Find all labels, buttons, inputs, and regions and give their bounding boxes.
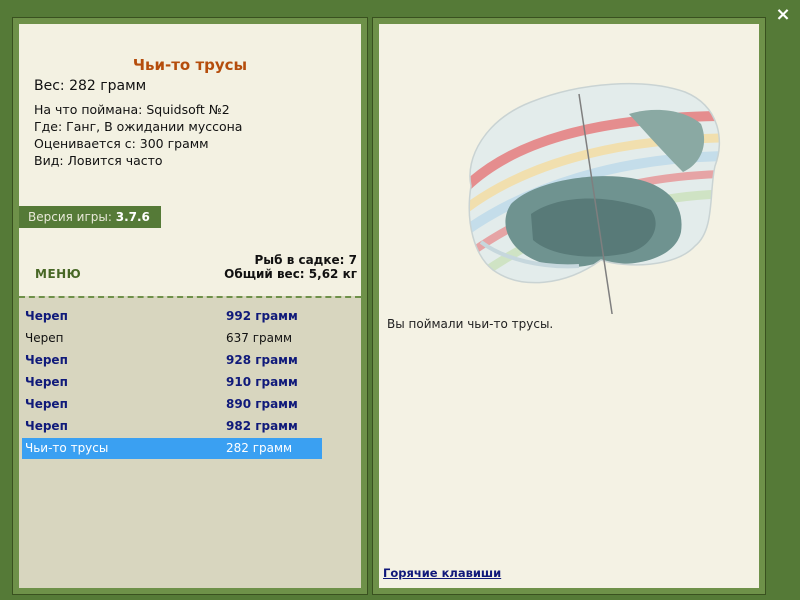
fish-bait: На что поймана: Squidsoft №2 (34, 102, 230, 117)
catch-name: Чьи-то трусы (25, 441, 109, 455)
fish-rating: Оценивается с: 300 грамм (34, 136, 209, 151)
catch-list[interactable]: Череп 992 грамм Череп 637 грамм Череп 928 гра… (19, 296, 361, 588)
catch-row[interactable]: Череп 637 грамм (22, 328, 322, 349)
version-label: Версия игры: (28, 210, 116, 224)
version-badge: Версия игры: 3.7.6 (19, 206, 161, 228)
caught-message: Вы поймали чьи-то трусы. (387, 317, 554, 331)
catch-weight: 637 грамм (226, 331, 293, 345)
catch-weight: 282 грамм (226, 441, 293, 455)
keeper-stats: Рыб в садке: 7 Общий вес: 5,62 кг (224, 253, 357, 281)
catch-row[interactable]: Череп 982 грамм (22, 416, 322, 437)
keeper-count: Рыб в садке: 7 (254, 253, 358, 267)
close-button[interactable]: × (772, 4, 794, 26)
catch-weight: 992 грамм (226, 309, 298, 323)
catch-row[interactable]: Череп 910 грамм (22, 372, 322, 393)
catch-row[interactable]: Череп 890 грамм (22, 394, 322, 415)
catch-row-selected[interactable]: Чьи-то трусы 282 грамм (22, 438, 322, 459)
catch-name: Череп (25, 309, 68, 323)
menu-button[interactable]: МЕНЮ (35, 267, 81, 281)
catch-weight: 982 грамм (226, 419, 298, 433)
catch-name: Череп (25, 331, 64, 345)
catch-name: Череп (25, 397, 68, 411)
caught-item-image (468, 82, 721, 314)
catch-preview-inner: Вы поймали чьи-то трусы. Горячие клавиши (379, 24, 759, 588)
catch-weight: 890 грамм (226, 397, 298, 411)
catch-info-panel: Чьи-то трусы Вес: 282 грамм На что пойма… (12, 17, 368, 595)
fish-weight: Вес: 282 грамм (34, 78, 147, 94)
fish-location: Где: Ганг, В ожидании муссона (34, 119, 243, 134)
catch-name: Череп (25, 375, 68, 389)
fish-info-area: Чьи-то трусы Вес: 282 грамм На что пойма… (19, 24, 361, 296)
fish-kind: Вид: Ловится часто (34, 153, 163, 168)
catch-row[interactable]: Череп 992 грамм (22, 306, 322, 327)
catch-row[interactable]: Череп 928 грамм (22, 350, 322, 371)
catch-name: Череп (25, 353, 68, 367)
keeper-total-weight: Общий вес: 5,62 кг (224, 267, 357, 281)
version-value: 3.7.6 (115, 210, 150, 224)
catch-info-inner: Чьи-то трусы Вес: 282 грамм На что пойма… (19, 24, 361, 588)
hotkeys-link[interactable]: Горячие клавиши (383, 566, 501, 580)
close-icon: × (775, 4, 791, 25)
catch-weight: 928 грамм (226, 353, 298, 367)
catch-preview-panel: Вы поймали чьи-то трусы. Горячие клавиши (372, 17, 766, 595)
fish-title: Чьи-то трусы (132, 56, 248, 74)
catch-weight: 910 грамм (226, 375, 298, 389)
catch-name: Череп (25, 419, 68, 433)
